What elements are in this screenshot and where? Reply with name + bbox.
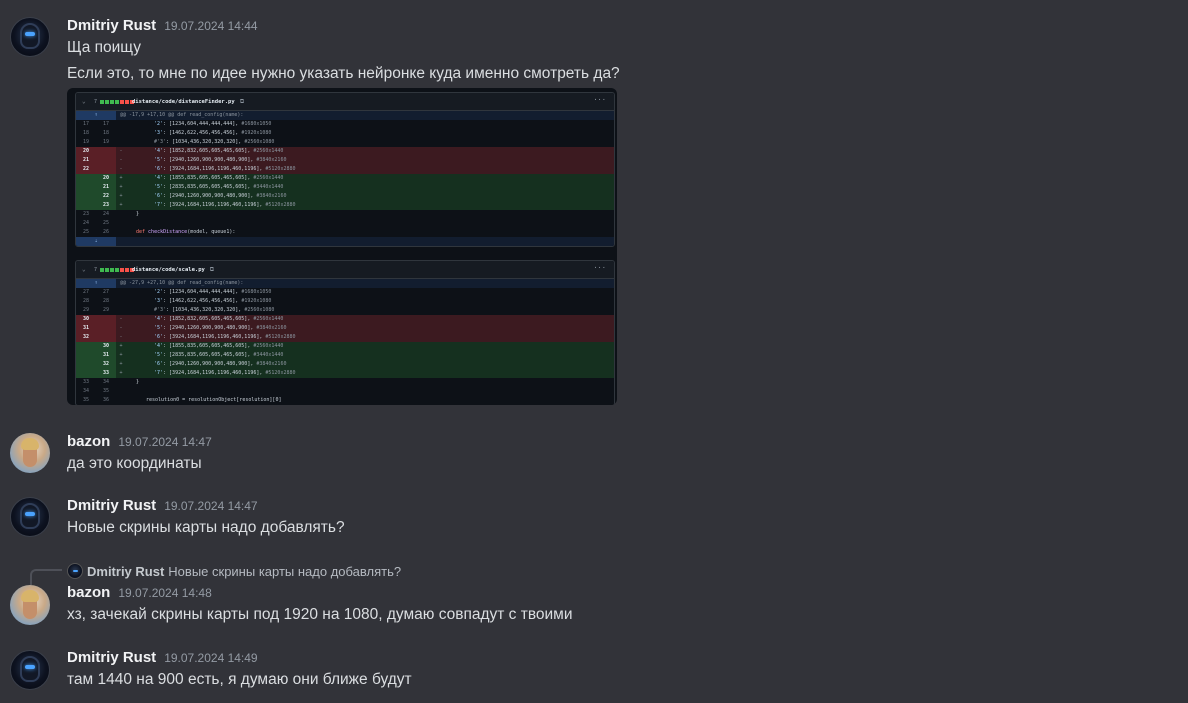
hunk-header: ⇡ @@ -27,9 +27,10 @@ def read_config(name… [76,279,614,288]
chevron-down-icon: ⌄ [82,98,86,105]
copy-icon: ⧉ [239,98,245,105]
diff-line: 31 + '5': [2835,835,605,605,465,605], #344… [76,351,614,360]
author-name[interactable]: bazon [67,584,110,601]
diff-line: 33 34} [82,379,140,385]
timestamp: 19.07.2024 14:44 [164,19,258,33]
change-count: 7 [94,99,98,105]
author-name[interactable]: Dmitriy Rust [67,649,156,666]
expand-bar: ⇣ [76,237,614,246]
reply-author[interactable]: Dmitriy Rust [87,564,164,579]
author-name[interactable]: bazon [67,433,110,450]
diff-line: 20 + '4': [1855,835,605,605,465,605], #256… [76,174,614,183]
diff-line: 20- '4': [1852,832,605,605,465,605], #256… [76,147,614,156]
diff-line: 17 17'2': [1234,604,444,444,444], #1680x1… [82,121,272,127]
diff-line: 22- '6': [3924,1684,1196,1196,460,1196], … [76,165,614,174]
diff-line: 19 19 #'3': [1034,436,320,320,320], #2560x… [82,139,275,145]
timestamp: 19.07.2024 14:47 [118,435,212,449]
author-name[interactable]: Dmitriy Rust [67,17,156,34]
message-text: Новые скрины карты надо добавлять? [67,519,345,536]
diff-line: 21- '5': [2940,1260,900,900,480,900], #38… [76,156,614,165]
more-icon: ··· [593,96,606,104]
diff-line: 31- '5': [2940,1260,900,900,480,900], #38… [76,324,614,333]
file-path: distance/code/scale.py [132,266,205,273]
avatar[interactable] [10,497,50,537]
diff-line: 28 28'3': [1462,622,456,456,456], #1920x1… [82,298,272,304]
message-text: да это координаты [67,455,202,472]
reply-text[interactable]: Новые скрины карты надо добавлять? [168,564,401,579]
diff-line: 23 + '7': [3924,1684,1196,1196,460,1196], … [76,201,614,210]
reply-avatar [67,563,83,579]
avatar[interactable] [10,433,50,473]
diffstat-bars [100,100,134,104]
reply-connector [30,569,62,585]
diff-line: 21 + '5': [2835,835,605,605,465,605], #344… [76,183,614,192]
avatar[interactable] [10,650,50,690]
timestamp: 19.07.2024 14:49 [164,651,258,665]
diff-line: 23 24} [82,211,140,217]
avatar[interactable] [10,17,50,57]
message-text: хз, зачекай скрины карты под 1920 на 108… [67,606,573,623]
diff-line: 24 25 [82,220,110,226]
diff-line: 29 29 #'3': [1034,436,320,320,320], #2560x… [82,307,275,313]
diff-line: 30 + '4': [1855,835,605,605,465,605], #256… [76,342,614,351]
message-text: Если это, то мне по идее нужно указать н… [67,65,620,82]
diffstat-bars [100,268,134,272]
diff-file-header: ⌄ 7 distance/code/scale.py ⧉ ··· [76,261,614,279]
change-count: 7 [94,267,98,273]
diff-line: 33 + '7': [3924,1684,1196,1196,460,1196], … [76,369,614,378]
reply-preview[interactable]: Dmitriy Rust Новые скрины карты надо доб… [67,563,401,579]
diff-line: 18 18'3': [1462,622,456,456,456], #1920x1… [82,130,272,136]
file-path: distance/code/distanceFinder.py [132,98,235,105]
diff-line: 35 36 resolution0 = resolutionObject[resol… [82,397,282,403]
diff-line: 22 + '6': [2940,1260,900,900,480,900], #38… [76,192,614,201]
diff-file: ⌄ 7 distance/code/scale.py ⧉ ··· ⇡ @@ -27,9 +2… [75,260,615,405]
timestamp: 19.07.2024 14:48 [118,586,212,600]
diff-line: 34 35 [82,388,110,394]
diff-line: 32 + '6': [2940,1260,900,900,480,900], #38… [76,360,614,369]
diff-line: 27 27'2': [1234,604,444,444,444], #1680x1… [82,289,272,295]
hunk-header: ⇡ @@ -17,9 +17,10 @@ def read_config(name… [76,111,614,120]
more-icon: ··· [593,264,606,272]
diff-file: ⌄ 7 distance/code/distanceFinder.py ⧉ ··· ⇡ @@… [75,92,615,247]
diff-line: 30- '4': [1852,832,605,605,465,605], #256… [76,315,614,324]
chevron-down-icon: ⌄ [82,266,86,273]
image-attachment[interactable]: ⌄ 7 distance/code/distanceFinder.py ⧉ ··· ⇡ @@… [67,88,617,405]
diff-line: 25 26 def checkDistance(model, queue1): [82,229,236,235]
message-text: там 1440 на 900 есть, я думаю они ближе … [67,671,412,688]
diff-file-header: ⌄ 7 distance/code/distanceFinder.py ⧉ ··· [76,93,614,111]
avatar[interactable] [10,585,50,625]
author-name[interactable]: Dmitriy Rust [67,497,156,514]
copy-icon: ⧉ [209,266,214,273]
message-text: Ща поищу [67,39,141,56]
timestamp: 19.07.2024 14:47 [164,499,258,513]
diff-line: 32- '6': [3924,1684,1196,1196,460,1196], … [76,333,614,342]
